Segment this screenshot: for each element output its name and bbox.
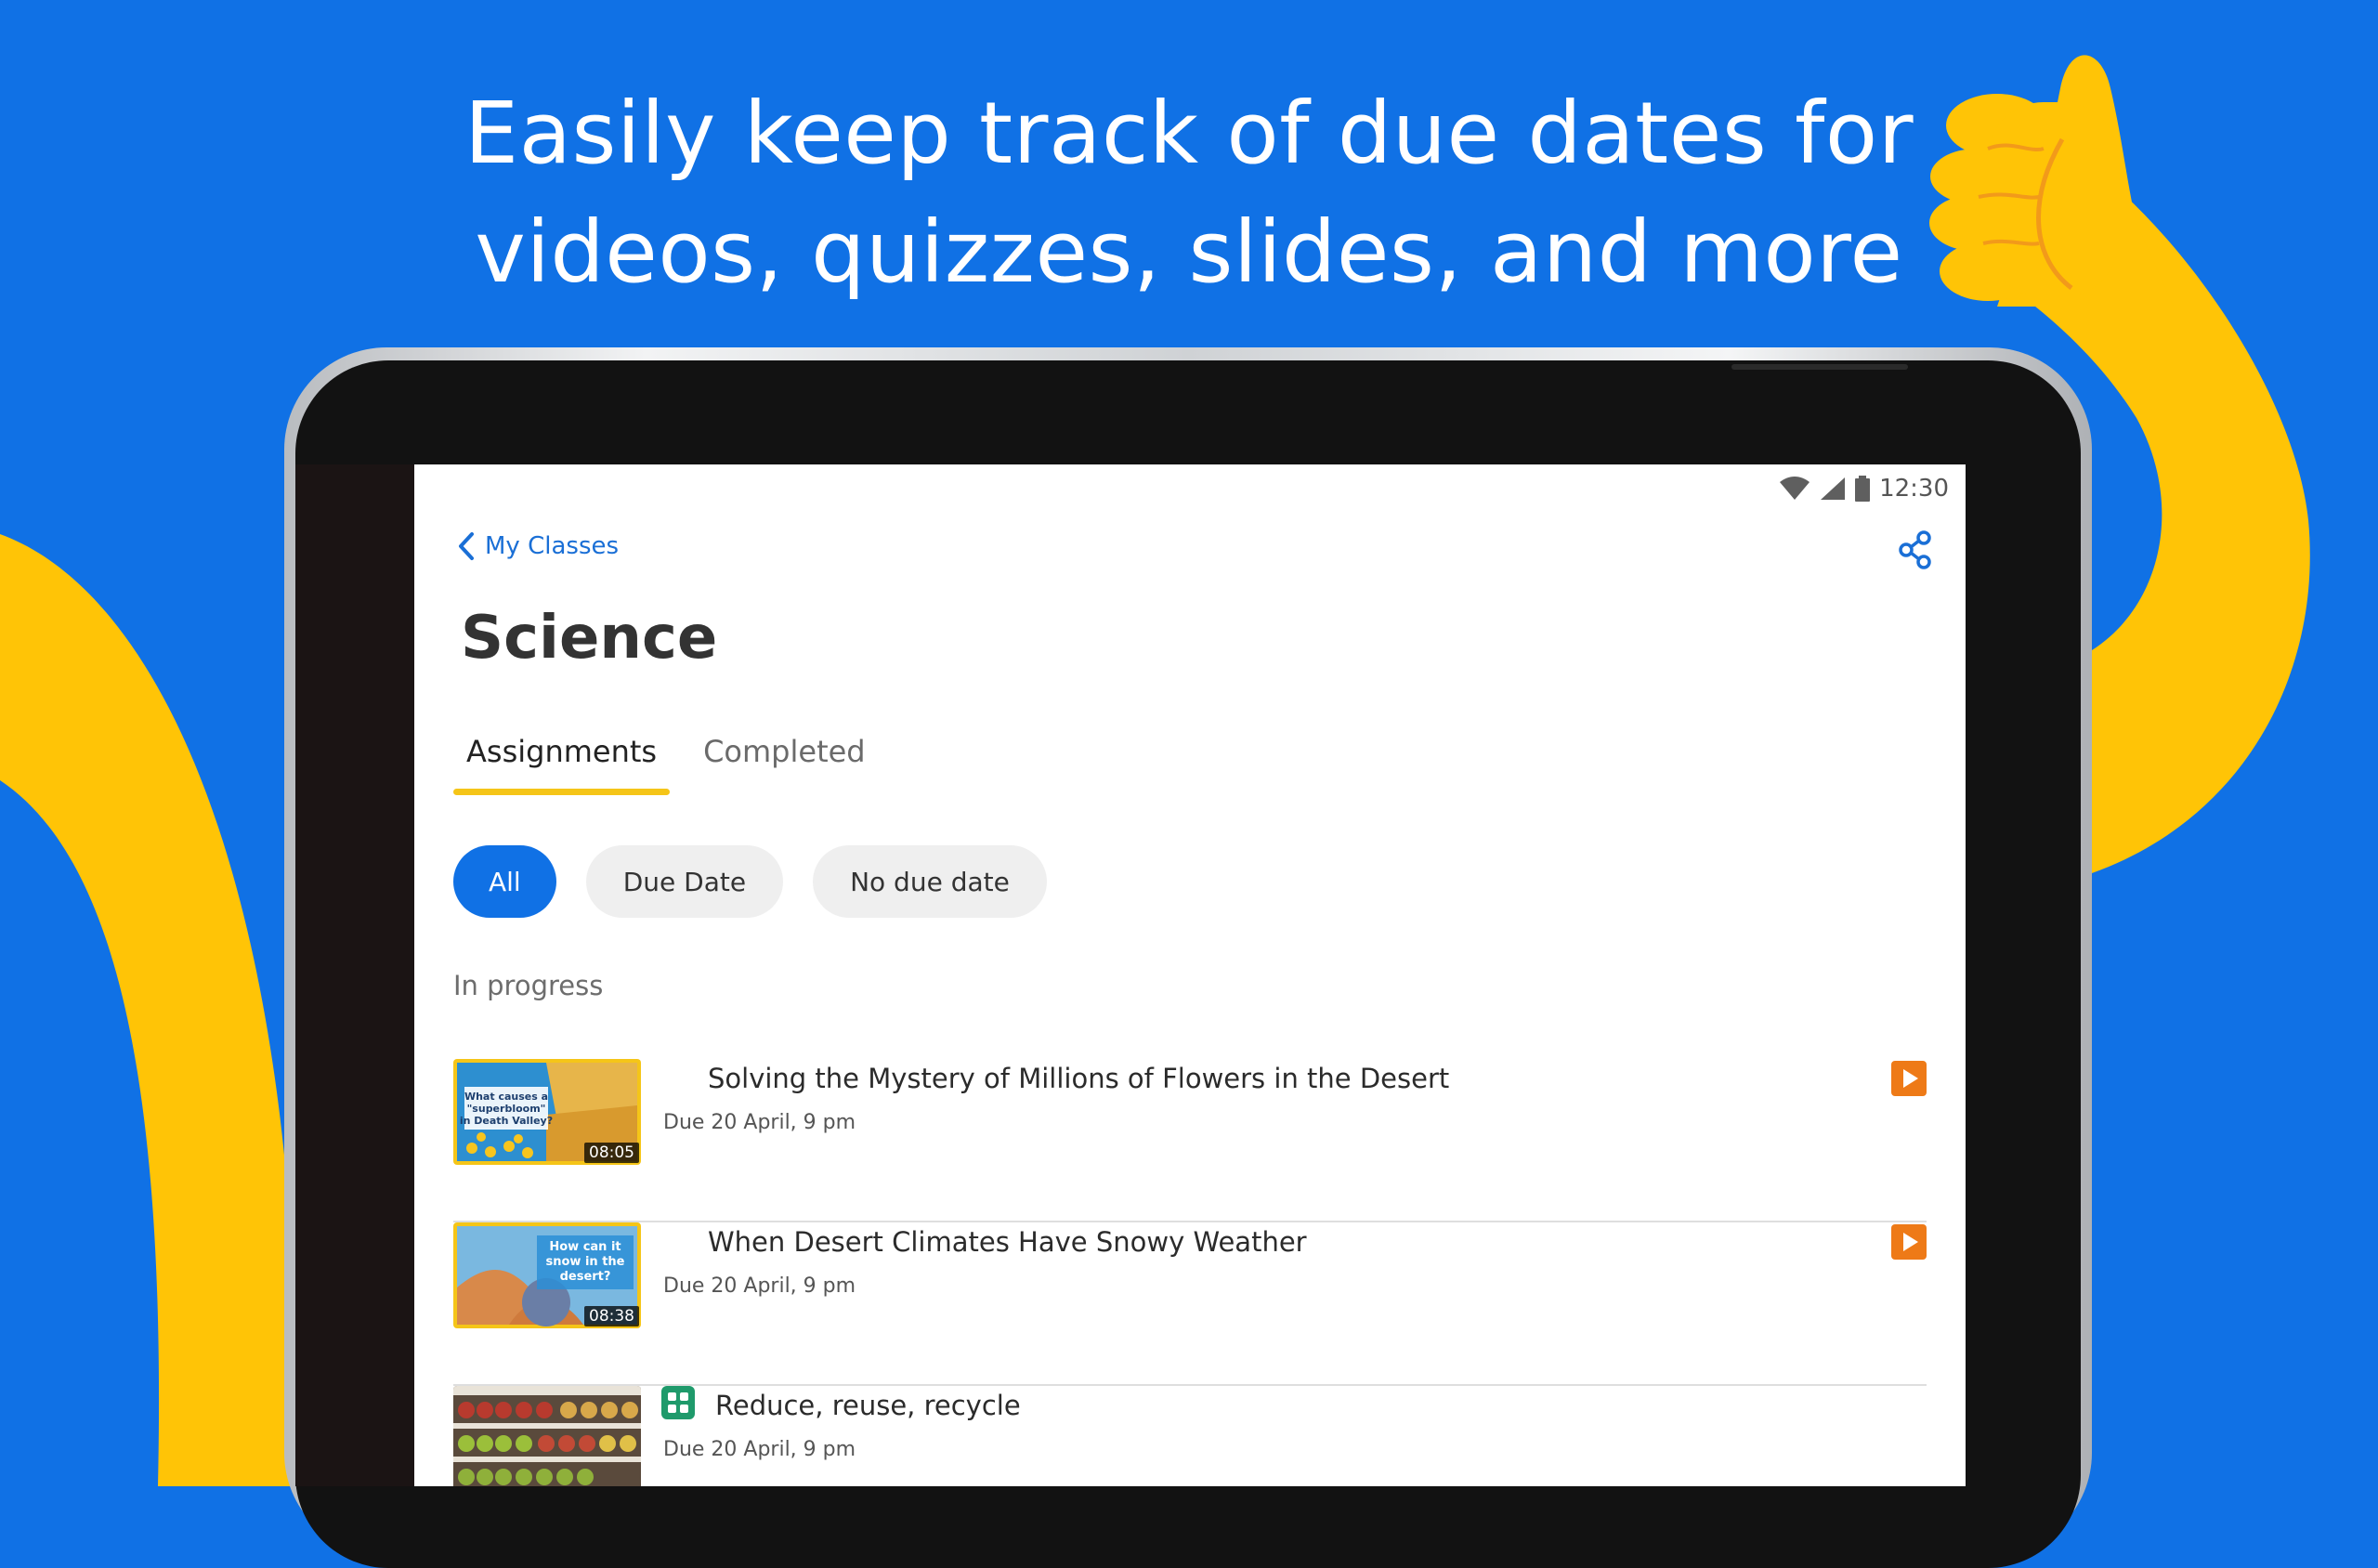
status-time: 12:30 (1879, 475, 1949, 503)
slides-thumbnail (453, 1386, 641, 1486)
video-thumbnail: What causes a "superbloom" in Death Vall… (453, 1059, 641, 1165)
assignment-due-date: Due 20 April, 9 pm (663, 1274, 856, 1298)
assignment-title: Solving the Mystery of Millions of Flowe… (708, 1063, 1450, 1094)
camera-notch (1731, 364, 1908, 370)
thumb-text-line: "superbloom" (467, 1103, 546, 1115)
battery-icon (1855, 476, 1871, 502)
filter-chip-due-date[interactable]: Due Date (585, 845, 784, 918)
filter-chips: All Due Date No due date (453, 845, 1047, 918)
assignment-item[interactable]: What causes a "superbloom" in Death Vall… (453, 1059, 1927, 1222)
assignment-due-date: Due 20 April, 9 pm (663, 1438, 856, 1461)
chevron-left-icon (459, 532, 474, 560)
app-screen: 12:30 My Classes Science Assignments Com… (414, 464, 1966, 1486)
thumb-text-line: How can it (549, 1240, 621, 1254)
thumb-text-line: desert? (560, 1270, 611, 1284)
filter-chip-all[interactable]: All (453, 845, 556, 918)
assignment-title: When Desert Climates Have Snowy Weather (708, 1226, 1307, 1258)
share-button[interactable] (1897, 529, 1934, 570)
left-arm-illustration (0, 534, 298, 1486)
thumb-text-line: snow in the (546, 1255, 625, 1269)
wifi-icon (1780, 477, 1810, 500)
status-bar: 12:30 (1779, 472, 1949, 505)
video-play-icon (1891, 1224, 1927, 1260)
tab-assignments[interactable]: Assignments (453, 728, 671, 795)
tab-bar: Assignments Completed (453, 728, 899, 795)
video-thumbnail: How can it snow in the desert? 08:38 (453, 1222, 641, 1328)
slides-icon (661, 1386, 695, 1419)
section-label-in-progress: In progress (453, 970, 604, 1001)
back-to-my-classes-link[interactable]: My Classes (457, 531, 619, 561)
headline-line-1: Easily keep track of due dates for (464, 84, 1914, 183)
video-duration: 08:05 (584, 1143, 639, 1163)
headline-line-2: videos, quizzes, slides, and more (475, 203, 1903, 302)
page-title: Science (461, 604, 718, 673)
tab-completed[interactable]: Completed (690, 728, 879, 795)
share-icon (1899, 530, 1931, 569)
back-link-label: My Classes (485, 532, 620, 560)
assignment-item[interactable]: Reduce, reuse, recycle Due 20 April, 9 p… (453, 1386, 1927, 1486)
thumb-text-line: in Death Valley? (460, 1115, 553, 1127)
screen-left-edge (295, 464, 414, 1486)
assignment-list: What causes a "superbloom" in Death Vall… (453, 1059, 1927, 1486)
thumb-text-line: What causes a (464, 1091, 548, 1103)
filter-chip-no-due-date[interactable]: No due date (813, 845, 1047, 918)
assignment-item[interactable]: How can it snow in the desert? 08:38 Whe… (453, 1222, 1927, 1386)
assignment-title: Reduce, reuse, recycle (715, 1390, 1021, 1421)
video-duration: 08:38 (584, 1306, 639, 1326)
cellular-signal-icon (1821, 477, 1846, 500)
marketing-headline: Easily keep track of due dates for video… (0, 74, 2378, 312)
assignment-due-date: Due 20 April, 9 pm (663, 1111, 856, 1134)
video-play-icon (1891, 1061, 1927, 1096)
